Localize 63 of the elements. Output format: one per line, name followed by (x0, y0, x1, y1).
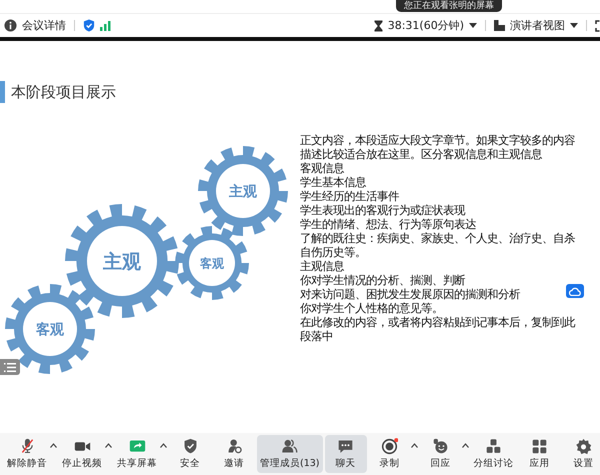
gear-label: 主观 (103, 250, 141, 273)
toolbar-button[interactable]: 共享屏幕 (114, 435, 160, 473)
caret-icon[interactable] (160, 443, 167, 448)
toolbar-button[interactable]: 分组讨论 (470, 435, 517, 473)
apps-icon (531, 438, 548, 455)
toolbar-button[interactable]: 应用 (518, 435, 561, 473)
body-text-line: 学生的情绪、想法、行为等原句表达 (300, 217, 476, 231)
body-text-line: 你对学生个人性格的意见等。 (300, 301, 443, 315)
gear-label: 主观 (229, 184, 257, 200)
record-icon (381, 438, 398, 455)
gear-label: 客观 (200, 256, 224, 270)
add-person-icon (226, 438, 242, 455)
body-text-line: 学生经历的生活事件 (300, 189, 399, 203)
title-accent-bar (0, 81, 5, 103)
outline-button[interactable] (0, 359, 20, 375)
chat-icon (337, 438, 354, 455)
gear-label: 客观 (36, 322, 64, 338)
people-icon (281, 438, 298, 455)
body-text-line: 主观信息 (300, 259, 344, 273)
caret-icon[interactable] (469, 23, 477, 28)
view-mode-button[interactable]: 演讲者视图 (510, 18, 565, 33)
slide-title: 本阶段项目展示 (11, 82, 116, 102)
screen-share-banner: 您正在观看张明的屏幕 (396, 0, 502, 12)
settings-icon (575, 438, 592, 455)
toolbar-button[interactable]: 邀请 (213, 435, 255, 473)
body-text-line: 学生基本信息 (300, 175, 366, 189)
caret-icon[interactable] (570, 23, 578, 28)
meeting-info-label[interactable]: 会议详情 (22, 18, 66, 33)
info-icon[interactable] (4, 19, 17, 32)
body-text-line: 描述比较适合放在这里。区分客观信息和主观信息 (300, 147, 542, 161)
body-text-line: 客观信息 (300, 161, 344, 175)
signal-icon (100, 20, 111, 30)
emoji-icon (432, 438, 450, 455)
toolbar-button[interactable]: 回应 (420, 435, 462, 473)
caret-icon[interactable] (462, 443, 469, 448)
list-icon (4, 362, 16, 372)
caret-icon[interactable] (105, 443, 112, 448)
layout-icon (494, 20, 505, 31)
shield-icon (182, 438, 198, 455)
toolbar-button[interactable]: 管理成员(13) (257, 435, 323, 473)
toolbar-button[interactable]: 解除静音 (4, 435, 50, 473)
caret-icon[interactable] (50, 443, 57, 448)
cloud-button[interactable] (566, 284, 584, 298)
toolbar-button[interactable]: 录制 (368, 435, 411, 473)
body-text-line: 正文内容，本段适应大段文字章节。如果文字较多的内容 (300, 133, 575, 147)
body-text-line: 了解的既往史：疾病史、家族史、个人史、治疗史、自杀 (300, 231, 575, 245)
cloud-icon (569, 286, 581, 296)
body-text-line: 学生表现出的客观行为或症状表现 (300, 203, 465, 217)
toolbar-button[interactable]: 聊天 (324, 435, 367, 473)
shield-icon[interactable] (83, 19, 95, 32)
hourglass-icon (374, 20, 383, 32)
caret-icon[interactable] (410, 443, 418, 448)
body-text-line: 段落中 (300, 329, 333, 343)
toolbar-button[interactable]: 设置 (562, 435, 600, 473)
body-text-line: 你对学生情况的分析、揣测、判断 (300, 273, 465, 287)
meeting-timer[interactable]: 38:31(60分钟) (388, 18, 464, 33)
breakout-icon (485, 438, 502, 455)
toolbar-button[interactable]: 停止视频 (59, 435, 105, 473)
fullscreen-icon[interactable] (595, 20, 600, 32)
body-text-line: 自伤历史等。 (300, 245, 366, 259)
body-text-line: 对来访问题、困扰发生发展原因的揣测和分析 (300, 287, 520, 301)
body-text-line: 在此修改的内容，或者将内容粘贴到记事本后，复制到此 (300, 315, 575, 329)
toolbar-button[interactable]: 安全 (169, 435, 211, 473)
